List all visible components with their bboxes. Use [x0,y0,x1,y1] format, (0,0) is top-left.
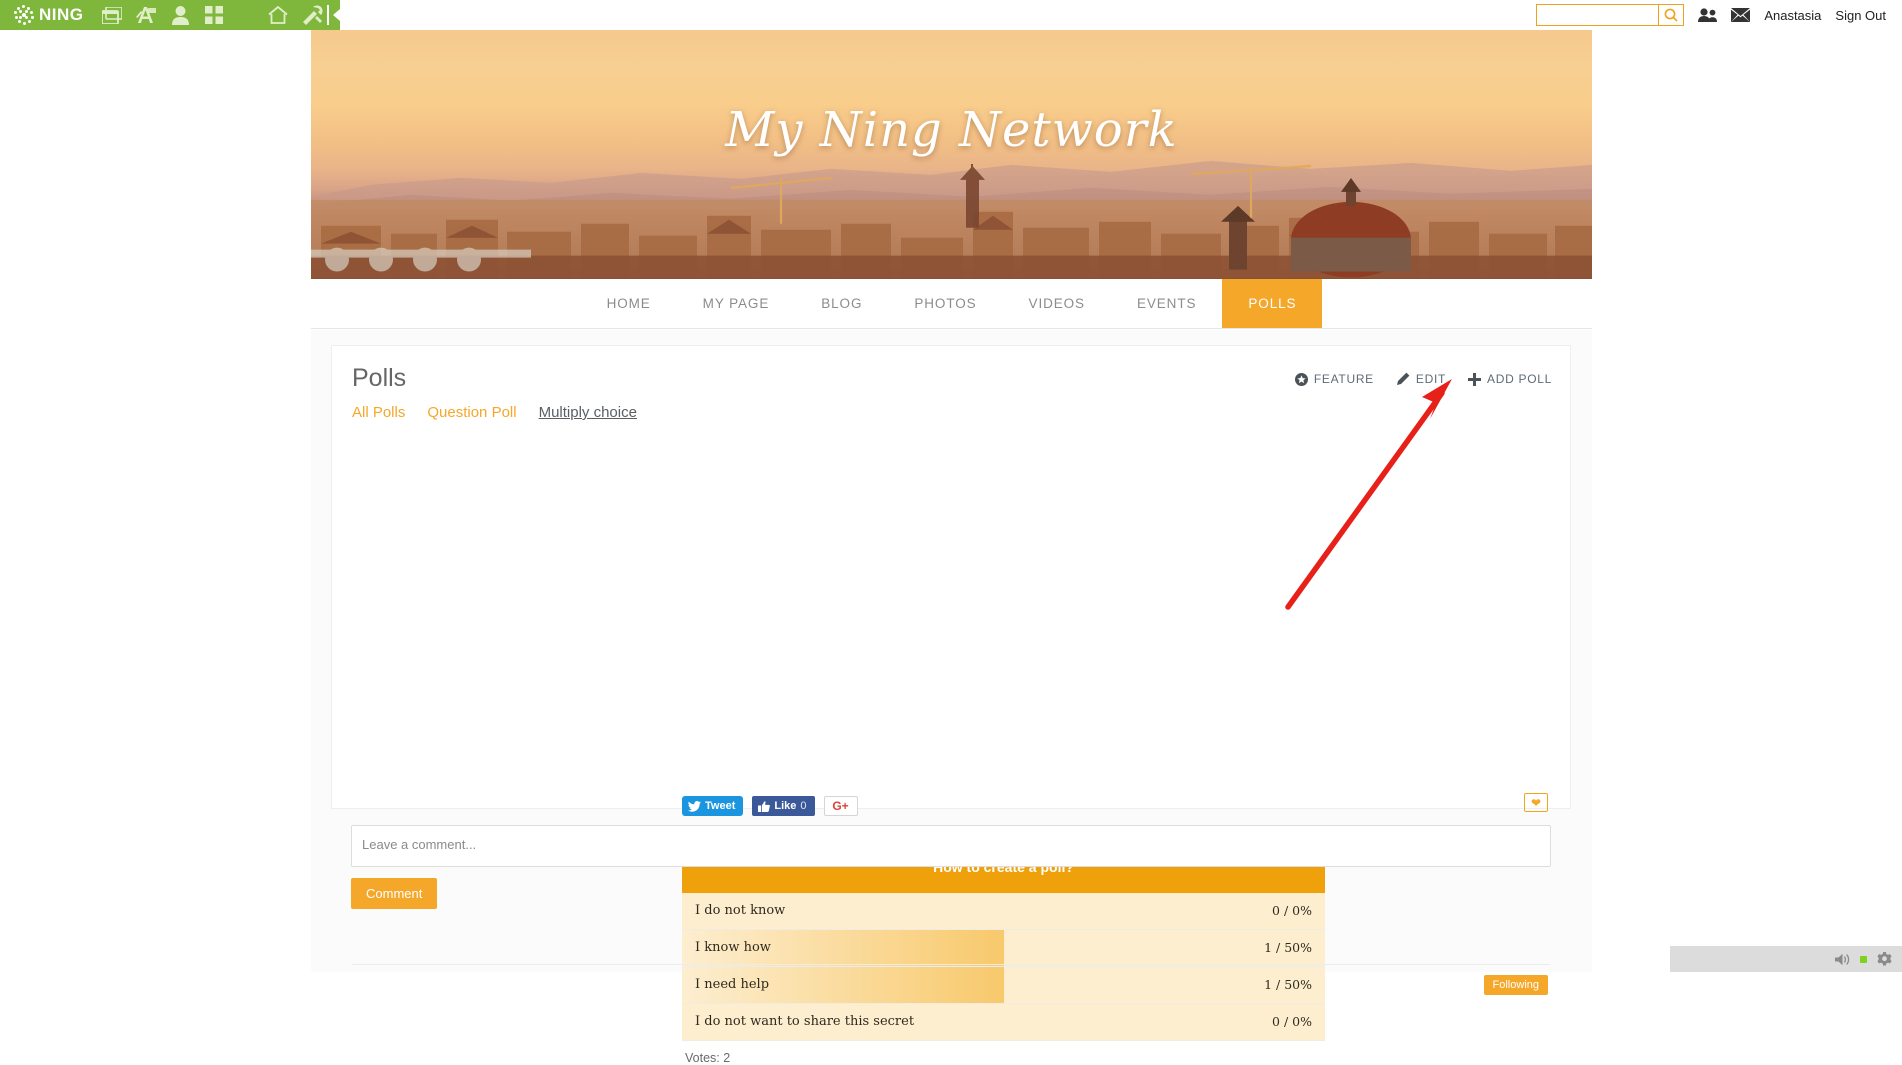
edit-button-label: EDIT [1416,372,1446,386]
nav-item-blog[interactable]: BLOG [795,279,888,328]
plus-icon [1468,373,1481,386]
tools-icon[interactable] [302,4,323,26]
feature-button-label: FEATURE [1314,372,1374,386]
poll-option-label: I do not know [682,903,785,918]
poll-option-row[interactable]: I do not want to share this secret 0 / 0… [682,1004,1325,1041]
poll-option-row[interactable]: I need help 1 / 50% [682,967,1325,1004]
poll-option-label: I do not want to share this secret [682,1014,914,1029]
site-banner: My Ning Network [311,30,1592,279]
twitter-icon [688,801,701,812]
section-divider [352,964,1550,965]
comment-block: Comment [331,825,1571,955]
username-link[interactable]: Anastasia [1764,8,1821,23]
ning-admin-bar: NING [0,0,1902,30]
site-title: My Ning Network [311,102,1592,158]
ning-admin-bar-green-section: NING [0,0,340,30]
speaker-icon[interactable] [1835,953,1850,966]
facebook-like-count: 0 [800,800,806,812]
facebook-like-label: Like [774,800,796,812]
polls-header: Polls FEATURE [332,346,1570,432]
main-navigation: HOME MY PAGE BLOG PHOTOS VIDEOS EVENTS P… [311,279,1592,329]
edit-button[interactable]: EDIT [1396,372,1446,386]
poll-option-label: I know how [682,940,771,955]
poll-filter-tabs: All Polls Question Poll Multiply choice [352,404,637,421]
poll-option-result: 1 / 50% [1264,940,1325,955]
tab-multiply-choice[interactable]: Multiply choice [539,404,637,421]
tab-all-polls[interactable]: All Polls [352,404,405,421]
admin-bar-right-section: Anastasia Sign Out [1536,4,1902,26]
poll-option-result: 0 / 0% [1272,1014,1325,1029]
poll-option-result: 0 / 0% [1272,903,1325,918]
nav-item-photos[interactable]: PHOTOS [888,279,1002,328]
status-dot [1860,956,1867,963]
collapse-arrow-icon[interactable] [333,9,340,21]
sign-out-link[interactable]: Sign Out [1835,8,1886,23]
comment-input[interactable] [351,825,1551,867]
votes-total: Votes: 2 [682,1051,1325,1065]
ning-logo-mark [14,5,34,25]
following-badge[interactable]: Following [1484,975,1548,995]
nav-item-polls[interactable]: POLLS [1222,279,1322,328]
search-area [1536,4,1684,26]
app-designer-icon[interactable] [136,4,158,26]
banner-cityscape [311,164,1592,279]
nav-item-videos[interactable]: VIDEOS [1003,279,1111,328]
google-plus-button[interactable]: G+ [824,796,858,816]
add-poll-button-label: ADD POLL [1487,372,1552,386]
facebook-like-button[interactable]: Like 0 [752,796,814,816]
nav-item-home[interactable]: HOME [581,279,677,328]
nav-item-events[interactable]: EVENTS [1111,279,1222,328]
home-icon[interactable] [268,4,288,26]
add-poll-button[interactable]: ADD POLL [1468,372,1552,386]
members-icon[interactable] [1698,8,1717,22]
search-input[interactable] [1536,4,1658,26]
polls-content-card: Polls FEATURE [331,345,1571,809]
comment-submit-button[interactable]: Comment [351,878,437,909]
pencil-icon [1396,372,1410,386]
ning-logo-text: NING [39,5,84,25]
tab-question-poll[interactable]: Question Poll [427,404,516,421]
favorite-heart-button[interactable]: ❤ [1524,793,1548,812]
heart-icon: ❤ [1531,797,1541,809]
poll-option-label: I need help [682,977,769,992]
windows-icon[interactable] [102,4,122,26]
google-plus-label: G+ [832,799,848,813]
feature-star-icon [1295,373,1308,386]
system-tray-bar [1670,946,1902,972]
grid-icon[interactable] [204,4,223,26]
poll-actions-toolbar: FEATURE EDIT ADD [1295,372,1552,386]
thumbs-up-icon [758,801,770,812]
nav-item-my-page[interactable]: MY PAGE [677,279,796,328]
ning-logo[interactable]: NING [14,5,84,25]
poll-option-result: 1 / 50% [1264,977,1325,992]
tweet-button-label: Tweet [705,800,735,812]
feature-button[interactable]: FEATURE [1295,372,1374,386]
search-icon[interactable] [1658,4,1684,26]
tweet-button[interactable]: Tweet [682,796,743,816]
person-icon[interactable] [172,4,191,26]
social-share-row: Tweet Like 0 G+ [682,796,858,816]
admin-bar-divider [327,5,329,25]
page-title: Polls [352,364,406,393]
mail-icon[interactable] [1731,8,1750,22]
page-body: Polls FEATURE [311,330,1592,972]
gear-icon[interactable] [1877,952,1892,967]
